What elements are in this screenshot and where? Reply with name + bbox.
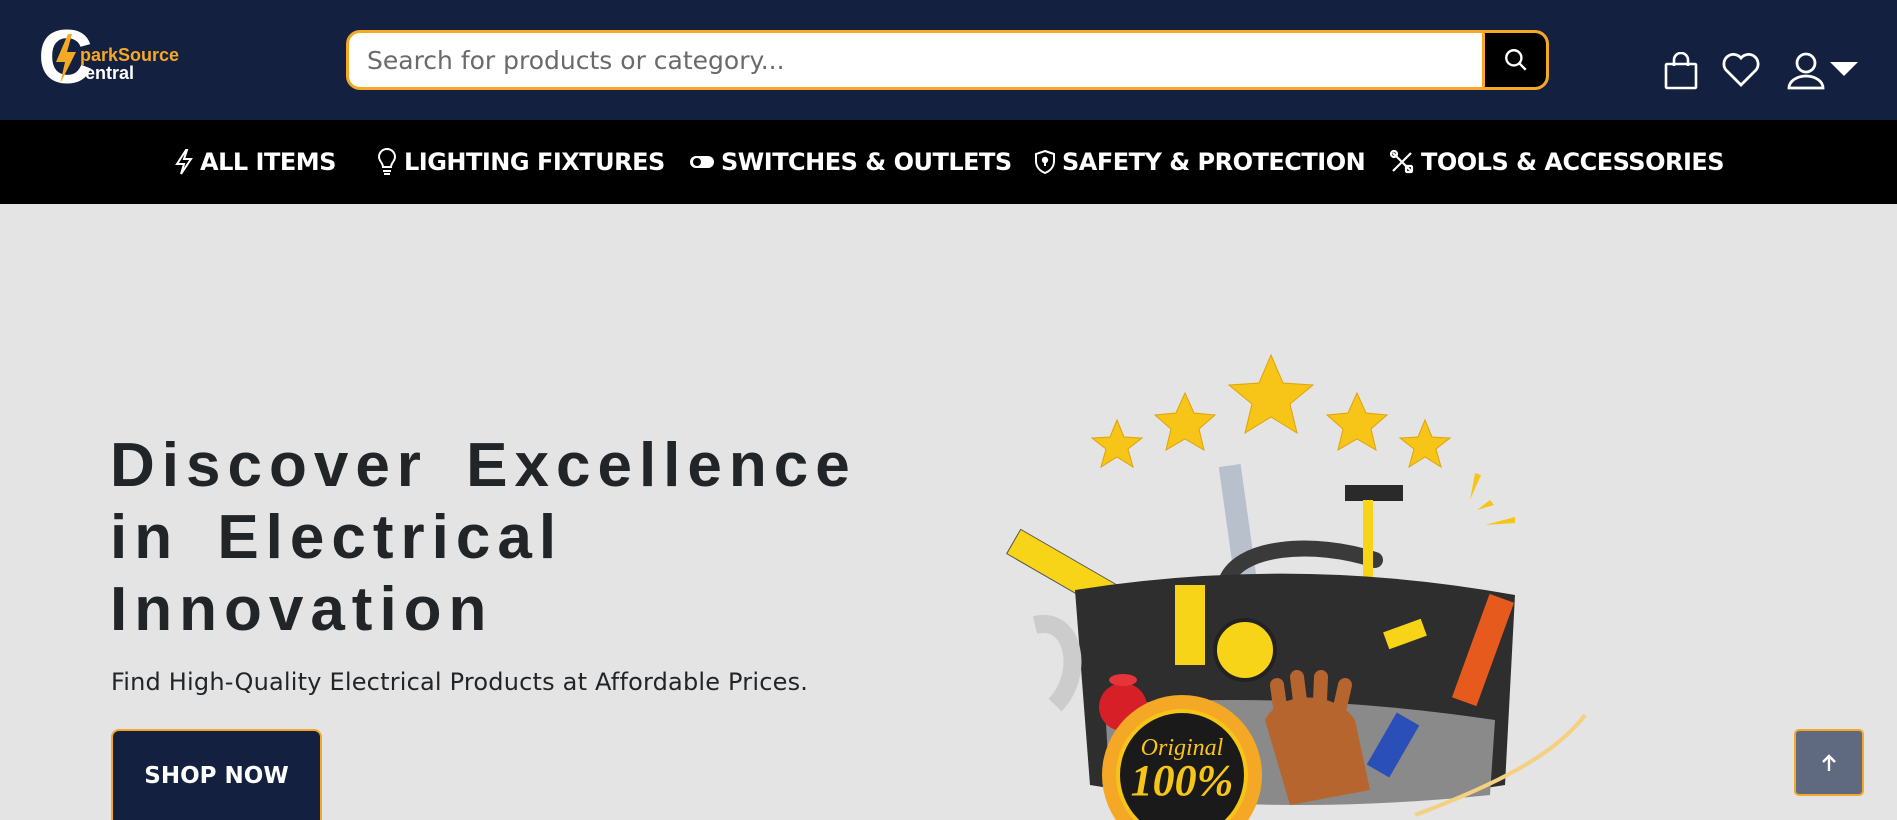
logo-text-bottom: entral bbox=[85, 63, 135, 83]
nav-item-safety-protection[interactable]: SAFETY & PROTECTION bbox=[1034, 120, 1366, 204]
hero-toolbox-image: Original 100% bbox=[1006, 353, 1587, 820]
hero-title-line: Discover Excellence bbox=[110, 431, 857, 500]
wishlist-button[interactable] bbox=[1721, 52, 1761, 93]
caret-down-icon bbox=[1830, 62, 1858, 76]
logo-lightning-icon bbox=[56, 34, 76, 84]
shield-icon bbox=[1035, 149, 1055, 175]
nav-item-all-items[interactable]: ALL ITEMS bbox=[174, 120, 336, 204]
lightbulb-icon bbox=[377, 148, 397, 175]
toggle-icon bbox=[690, 156, 714, 168]
search-icon bbox=[1504, 49, 1527, 71]
nav-item-label: SWITCHES & OUTLETS bbox=[721, 148, 1012, 176]
search-bar bbox=[346, 30, 1549, 90]
nav-item-label: SAFETY & PROTECTION bbox=[1062, 148, 1366, 176]
search-button[interactable] bbox=[1482, 33, 1546, 87]
hero-title-line: Innovation bbox=[110, 575, 494, 644]
tools-icon bbox=[1389, 149, 1414, 174]
nav-item-tools-accessories[interactable]: TOOLS & ACCESSORIES bbox=[1389, 120, 1725, 204]
hero-title-line: in Electrical bbox=[110, 503, 564, 572]
badge-text-bottom: 100% bbox=[1131, 756, 1234, 805]
rating-stars bbox=[1090, 353, 1452, 469]
nav-item-label: LIGHTING FIXTURES bbox=[404, 148, 665, 176]
shopping-bag-icon bbox=[1664, 51, 1698, 90]
scroll-to-top-button[interactable] bbox=[1794, 729, 1864, 796]
arrow-up-icon bbox=[1822, 753, 1836, 771]
logo[interactable]: C parkSource entral bbox=[38, 20, 188, 96]
logo-text-top: parkSource bbox=[80, 45, 180, 65]
shop-now-button[interactable]: SHOP NOW bbox=[111, 729, 322, 820]
user-icon bbox=[1787, 52, 1825, 90]
nav-item-switches-outlets[interactable]: SWITCHES & OUTLETS bbox=[689, 120, 1012, 204]
hero-subtitle: Find High-Quality Electrical Products at… bbox=[111, 668, 809, 696]
search-input[interactable] bbox=[349, 33, 1485, 87]
heart-icon bbox=[1722, 53, 1760, 87]
hero-title: Discover Excellence in Electrical Innova… bbox=[110, 430, 910, 646]
lightning-icon bbox=[175, 149, 193, 175]
nav-item-lighting-fixtures[interactable]: LIGHTING FIXTURES bbox=[376, 120, 665, 204]
nav-item-label: ALL ITEMS bbox=[200, 148, 336, 176]
nav-item-label: TOOLS & ACCESSORIES bbox=[1421, 148, 1725, 176]
site-header: C parkSource entral bbox=[0, 0, 1897, 120]
cart-button[interactable] bbox=[1664, 51, 1698, 95]
account-menu-button[interactable] bbox=[1786, 50, 1858, 95]
category-nav: ALL ITEMS LIGHTING FIXTURES SWITCHES & O… bbox=[0, 120, 1897, 204]
